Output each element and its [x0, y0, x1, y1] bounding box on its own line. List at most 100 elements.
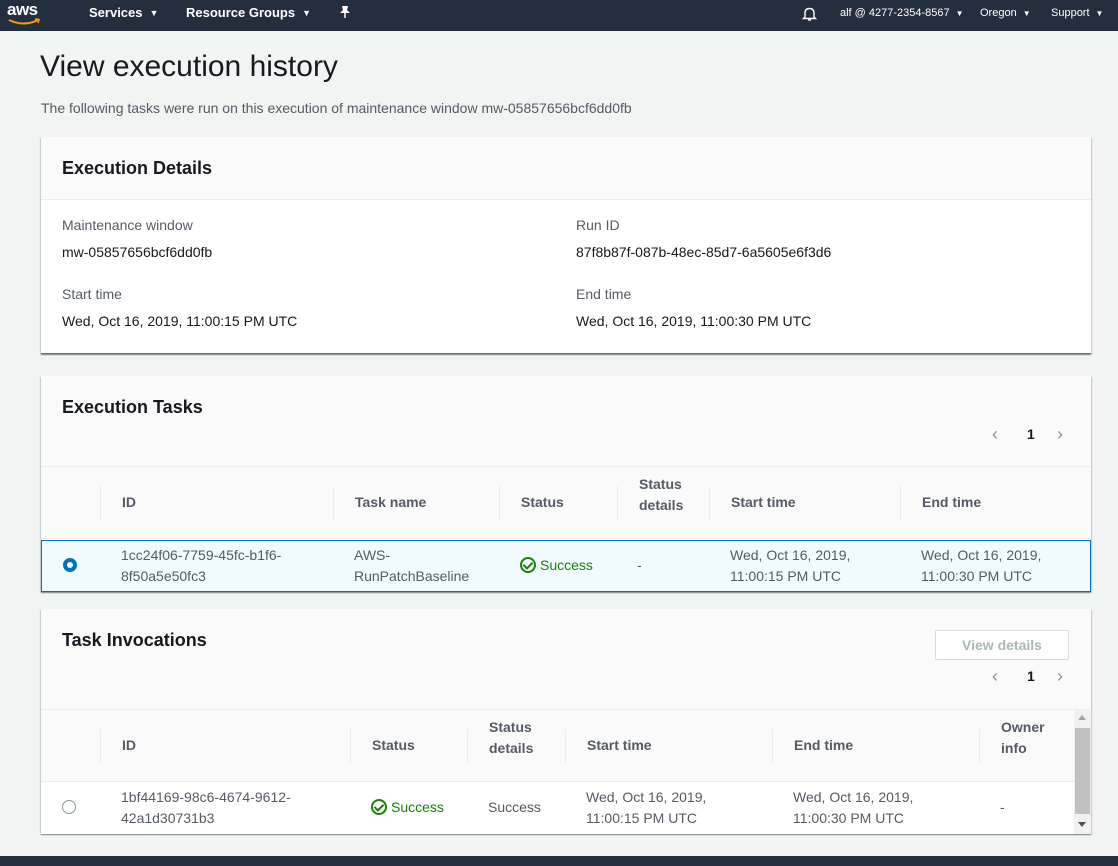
column-separator	[565, 729, 566, 763]
success-check-icon	[520, 557, 536, 573]
row-radio-button[interactable]	[62, 800, 76, 814]
page-number[interactable]: 1	[1027, 667, 1035, 685]
footer-bar	[0, 856, 1118, 866]
column-header-status-details[interactable]: Status details	[639, 474, 683, 516]
vertical-scrollbar[interactable]	[1074, 710, 1091, 834]
column-separator	[467, 729, 468, 763]
services-menu-label: Services	[89, 5, 143, 20]
column-header-end-time[interactable]: End time	[922, 492, 981, 513]
divider	[41, 353, 1091, 354]
next-page-icon[interactable]: ›	[1057, 425, 1063, 443]
services-menu[interactable]: Services ▼	[89, 0, 158, 31]
end-time-cell: Wed, Oct 16, 2019, 11:00:30 PM UTC	[921, 545, 1041, 587]
chevron-down-icon: ▼	[1022, 9, 1031, 18]
table-row[interactable]: 1bf44169-98c6-4674-9612- 42a1d30731b3 Su…	[41, 783, 1074, 834]
page-number[interactable]: 1	[1027, 425, 1035, 443]
end-time-line1: Wed, Oct 16, 2019,	[793, 789, 914, 805]
task-name-line1: AWS-	[354, 547, 391, 563]
scroll-down-arrow-icon[interactable]	[1078, 822, 1086, 827]
column-separator	[499, 486, 500, 520]
task-id-line1: 1cc24f06-7759-45fc-b1f6-	[121, 547, 282, 563]
column-header-end-time[interactable]: End time	[794, 735, 853, 756]
status-cell: Success	[520, 555, 593, 576]
column-header-start-time[interactable]: Start time	[587, 735, 652, 756]
invocation-id-line2: 42a1d30731b3	[121, 810, 215, 826]
region-menu[interactable]: Oregon ▼	[980, 0, 1031, 31]
start-time-cell: Wed, Oct 16, 2019, 11:00:15 PM UTC	[586, 787, 706, 829]
task-invocations-header: Task Invocations View details ‹ 1 ›	[41, 609, 1091, 710]
column-header-start-time[interactable]: Start time	[731, 492, 796, 513]
column-header-status-details-line1: Status	[489, 719, 532, 735]
column-header-status-details[interactable]: Status details	[489, 717, 533, 759]
column-separator	[100, 486, 101, 520]
execution-tasks-title: Execution Tasks	[62, 397, 203, 417]
column-separator	[333, 486, 334, 520]
start-time-line2: 11:00:15 PM UTC	[586, 810, 698, 826]
end-time-label: End time	[576, 286, 632, 302]
execution-tasks-header: Execution Tasks ‹ 1 ›	[41, 376, 1091, 467]
maintenance-window-label: Maintenance window	[62, 217, 193, 233]
end-time-line1: Wed, Oct 16, 2019,	[921, 547, 1042, 563]
column-header-status[interactable]: Status	[521, 492, 564, 513]
end-time-value: Wed, Oct 16, 2019, 11:00:30 PM UTC	[576, 313, 812, 329]
column-header-id[interactable]: ID	[122, 735, 136, 756]
resource-groups-menu-label: Resource Groups	[186, 5, 296, 20]
previous-page-icon[interactable]: ‹	[992, 425, 998, 443]
resource-groups-menu[interactable]: Resource Groups ▼	[186, 0, 311, 31]
table-row[interactable]: 1cc24f06-7759-45fc-b1f6- 8f50a5e50fc3 AW…	[41, 540, 1091, 592]
account-menu[interactable]: alf @ 4277-2354-8567 ▼	[840, 0, 964, 31]
top-navigation-bar: aws Services ▼ Resource Groups ▼ alf @ 427…	[0, 0, 1118, 31]
end-time-line2: 11:00:30 PM UTC	[921, 568, 1033, 584]
run-id-value: 87f8b87f-087b-48ec-85d7-6a5605e6f3d6	[576, 244, 832, 260]
region-menu-label: Oregon	[980, 7, 1017, 19]
task-invocations-panel: Task Invocations View details ‹ 1 › ID S…	[41, 609, 1091, 834]
notifications-bell-icon[interactable]	[801, 0, 818, 31]
column-separator	[100, 729, 101, 763]
scrollbar-thumb[interactable]	[1075, 728, 1090, 814]
invocation-id-cell: 1bf44169-98c6-4674-9612- 42a1d30731b3	[121, 787, 291, 829]
next-page-icon[interactable]: ›	[1057, 667, 1063, 685]
column-header-status[interactable]: Status	[372, 735, 415, 756]
task-id-line2: 8f50a5e50fc3	[121, 568, 206, 584]
execution-tasks-table-header: ID Task name Status Status details Start…	[41, 467, 1091, 539]
start-time-cell: Wed, Oct 16, 2019, 11:00:15 PM UTC	[730, 545, 850, 587]
column-separator	[900, 486, 901, 520]
scroll-up-arrow-icon[interactable]	[1078, 715, 1086, 720]
support-menu-label: Support	[1051, 7, 1090, 19]
column-separator	[350, 729, 351, 763]
status-text: Success	[540, 557, 593, 573]
aws-logo[interactable]: aws	[6, 0, 46, 27]
column-separator	[772, 729, 773, 763]
column-header-id[interactable]: ID	[122, 492, 136, 513]
success-check-icon	[371, 799, 387, 815]
status-details-cell: Success	[488, 799, 541, 815]
chevron-down-icon: ▼	[302, 8, 312, 18]
row-radio-button[interactable]	[63, 558, 77, 572]
task-name-cell: AWS- RunPatchBaseline	[354, 545, 469, 587]
support-menu[interactable]: Support ▼	[1051, 0, 1103, 31]
chevron-down-icon: ▼	[1095, 9, 1104, 18]
view-details-button[interactable]: View details	[935, 630, 1069, 660]
previous-page-icon[interactable]: ‹	[992, 667, 998, 685]
status-cell: Success	[371, 797, 444, 818]
column-header-status-details-line1: Status	[639, 476, 682, 492]
column-header-status-details-line2: details	[489, 740, 534, 756]
execution-details-title: Execution Details	[62, 158, 213, 178]
column-header-owner-info-line2: info	[1001, 740, 1027, 756]
column-separator	[617, 486, 618, 520]
page-title: View execution history	[40, 50, 338, 83]
column-header-owner-info[interactable]: Owner info	[1001, 717, 1045, 759]
account-menu-label: alf @ 4277-2354-8567	[840, 7, 950, 19]
pin-icon[interactable]	[339, 0, 351, 30]
start-time-label: Start time	[62, 286, 122, 302]
task-invocations-pagination: ‹ 1 ›	[991, 667, 1071, 687]
run-id-label: Run ID	[576, 217, 620, 233]
aws-smile-icon	[8, 18, 41, 25]
execution-details-header: Execution Details	[41, 137, 1091, 200]
status-details-cell: -	[637, 557, 642, 573]
column-header-task-name[interactable]: Task name	[355, 492, 426, 513]
end-time-cell: Wed, Oct 16, 2019, 11:00:30 PM UTC	[793, 787, 913, 829]
column-header-owner-info-line1: Owner	[1001, 719, 1045, 735]
start-time-line1: Wed, Oct 16, 2019,	[586, 789, 707, 805]
task-id-cell: 1cc24f06-7759-45fc-b1f6- 8f50a5e50fc3	[121, 545, 281, 587]
